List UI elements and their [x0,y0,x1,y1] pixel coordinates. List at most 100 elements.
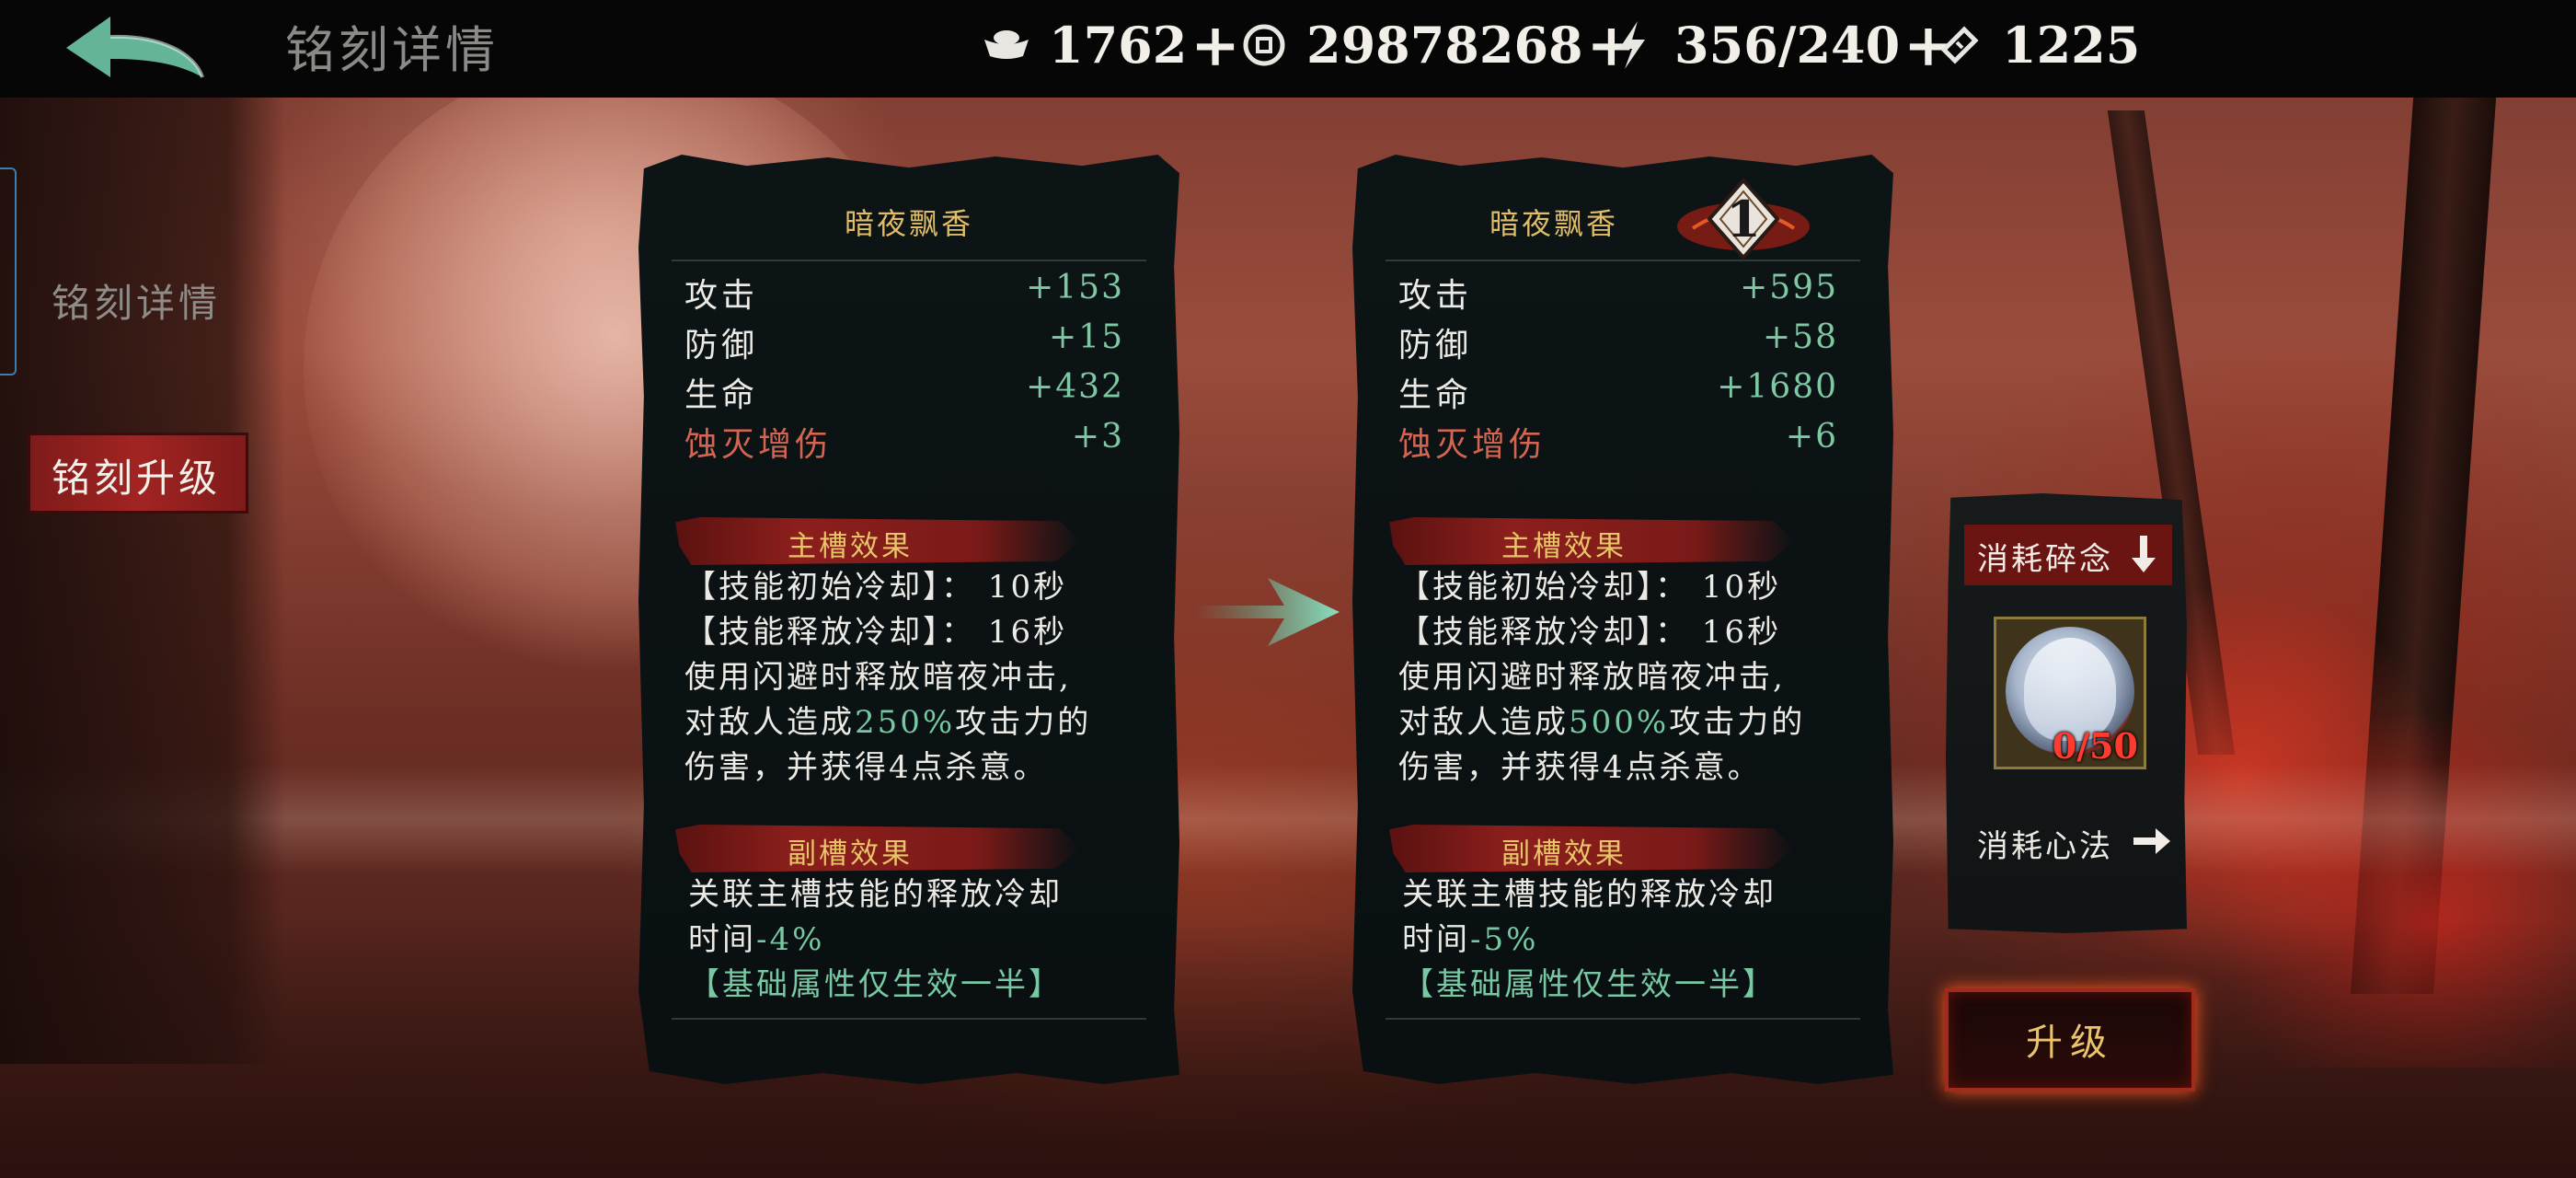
main-slot-effect: 【技能初始冷却】： 10秒 【技能释放冷却】： 16秒 使用闪避时释放暗夜冲击, 对敌… [684,565,1143,791]
rank-number: 1 [1726,190,1761,248]
upgraded-inscription-card: 暗夜飘香 攻击 +595 防御 +58 生命 +1680 蚀灭增伤 +6 主槽效… [1352,155,1893,1084]
rank-badge: 1 [1674,177,1812,261]
divider [672,260,1146,261]
stat-value: +432 [1026,368,1124,406]
effect-line: 对敌人造成500%攻击力的 [1398,700,1857,745]
effect-line: 对敌人造成250%攻击力的 [684,700,1143,745]
main-slot-ribbon: 主槽效果 [675,517,1080,565]
stat-label: 防御 [684,327,759,364]
effect-line: 时间-4% [688,918,1143,963]
effect-line: 关联主槽技能的释放冷却 [1402,876,1777,913]
sub-slot-title: 副槽效果 [788,837,913,871]
effect-text: 时间 [1402,921,1470,958]
energy-value: 356/240 [1674,16,1901,75]
damage-percent: 250% [855,704,956,741]
divider [672,1018,1146,1020]
ticket-value: 1225 [2002,16,2141,75]
stat-value: +6 [1785,418,1838,456]
add-silver-button[interactable]: + [1190,11,1240,80]
fragment-cost-label: 消耗碎念 [1977,541,2113,578]
stat-value: +15 [1049,318,1124,356]
arrow-down-icon [2132,536,2156,572]
effect-line: 【技能初始冷却】： 10秒 [1398,569,1782,606]
stat-label: 防御 [1398,327,1473,364]
silver-value: 1762 [1049,16,1188,75]
stat-defense: 防御 +58 [1398,318,1838,366]
stat-label: 生命 [684,376,759,414]
main-slot-title: 主槽效果 [788,530,913,563]
effect-text: 对敌人造成 [684,704,855,741]
upgrade-button[interactable]: 升级 [1945,988,2195,1091]
arrow-right-icon[interactable] [2132,825,2172,858]
silver-ingot-icon [981,19,1032,71]
coin-icon [1238,19,1290,71]
stat-health: 生命 +1680 [1398,368,1838,416]
stat-label: 生命 [1398,376,1473,414]
effect-text: 时间 [688,921,756,958]
mist [0,764,2576,874]
coin-value: 29878268 [1306,16,1583,75]
back-button[interactable] [57,9,213,88]
ticket-icon [1934,19,1985,71]
resource-silver: 1762 + [981,11,1240,80]
method-cost-label: 消耗心法 [1977,828,2113,865]
sub-slot-effect: 关联主槽技能的释放冷却 时间-5% 【基础属性仅生效一半】 [1402,872,1857,1008]
fragment-cost-header[interactable]: 消耗碎念 [1964,525,2172,585]
tab-inscription-upgrade-label: 铭刻升级 [52,456,222,501]
stat-value: +58 [1763,318,1838,356]
back-arrow-icon [66,17,204,78]
stat-erosion-damage: 蚀灭增伤 +3 [684,418,1124,466]
effect-line: 伤害，并获得4点杀意。 [1398,749,1762,786]
effect-text: 对敌人造成 [1398,704,1569,741]
fragment-item[interactable]: 0/50 [1994,617,2146,769]
effect-note: 【基础属性仅生效一半】 [688,966,1063,1003]
main-slot-effect: 【技能初始冷却】： 10秒 【技能释放冷却】： 16秒 使用闪避时释放暗夜冲击, 对敌… [1398,565,1857,791]
stat-label: 蚀灭增伤 [1398,426,1547,464]
left-sidebar: 铭刻详情 铭刻升级 [0,98,285,1064]
page-title: 铭刻详情 [285,21,499,79]
resource-energy: 356/240 + [1606,11,1953,80]
tab-indicator [0,167,17,375]
stat-value: +595 [1740,269,1838,306]
stat-value: +3 [1071,418,1124,456]
effect-line: 使用闪避时释放暗夜冲击, [1398,659,1786,696]
sub-slot-effect: 关联主槽技能的释放冷却 时间-4% 【基础属性仅生效一半】 [688,872,1143,1008]
effect-line: 关联主槽技能的释放冷却 [688,876,1063,913]
stat-defense: 防御 +15 [684,318,1124,366]
stat-label: 攻击 [1398,277,1473,315]
top-bar: 铭刻详情 1762 + 29878268 + 356/240 + 1225 [0,0,2576,98]
stat-value: +153 [1026,269,1124,306]
cost-panel: 消耗碎念 0/50 消耗心法 [1946,493,2187,933]
upgrade-button-label: 升级 [2026,1022,2114,1064]
effect-text: 攻击力的 [955,704,1092,741]
current-inscription-card: 暗夜飘香 攻击 +153 防御 +15 生命 +432 蚀灭增伤 +3 主槽效果… [638,155,1179,1084]
divider [1386,1018,1860,1020]
stat-value: +1680 [1717,368,1838,406]
resource-ticket: 1225 [1934,13,2140,77]
effect-line: 【技能释放冷却】： 16秒 [1398,614,1782,651]
upgrade-arrow-icon [1196,578,1340,646]
cooldown-reduction: -5% [1470,921,1539,958]
tab-inscription-upgrade[interactable]: 铭刻升级 [28,433,248,514]
fragment-count: 0/50 [2052,725,2138,767]
cooldown-reduction: -4% [756,921,825,958]
sub-slot-title: 副槽效果 [1501,837,1627,871]
sub-slot-ribbon: 副槽效果 [1389,825,1794,872]
main-slot-ribbon: 主槽效果 [1389,517,1794,565]
effect-line: 伤害，并获得4点杀意。 [684,749,1048,786]
sub-slot-ribbon: 副槽效果 [675,825,1080,872]
effect-line: 【技能初始冷却】： 10秒 [684,569,1068,606]
stat-erosion-damage: 蚀灭增伤 +6 [1398,418,1838,466]
main-slot-title: 主槽效果 [1501,530,1627,563]
stat-attack: 攻击 +153 [684,269,1124,317]
lightning-icon [1606,19,1658,71]
resource-coin: 29878268 + [1238,11,1636,80]
stat-label: 攻击 [684,277,759,315]
effect-text: 攻击力的 [1669,704,1806,741]
tab-inscription-details[interactable]: 铭刻详情 [52,272,221,329]
stat-health: 生命 +432 [684,368,1124,416]
effect-note: 【基础属性仅生效一半】 [1402,966,1777,1003]
effect-line: 使用闪避时释放暗夜冲击, [684,659,1072,696]
stat-label: 蚀灭增伤 [684,426,833,464]
effect-line: 【技能释放冷却】： 16秒 [684,614,1068,651]
